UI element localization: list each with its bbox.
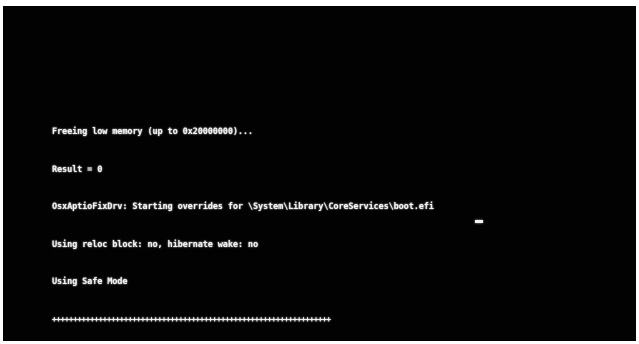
boot-screen: Freeing low memory (up to 0x20000000)...… [3, 6, 636, 341]
photo-frame: Freeing low memory (up to 0x20000000)...… [0, 0, 639, 344]
console-line-reloc-block: Using reloc block: no, hibernate wake: n… [52, 239, 258, 250]
console-line-freeing-memory: Freeing low memory (up to 0x20000000)... [52, 127, 253, 137]
boot-progress-plus-signs: ++++++++++++++++++++++++++++++++++++++++… [52, 314, 331, 324]
console-line-result: Result = 0 [52, 164, 103, 175]
blinking-cursor-icon [475, 220, 483, 223]
console-line-safe-mode: Using Safe Mode [52, 277, 128, 287]
console-line-osxaptiofixdrv: OsxAptioFixDrv: Starting overrides for \… [52, 202, 434, 212]
boot-console-log: Freeing low memory (up to 0x20000000)...… [52, 101, 434, 341]
